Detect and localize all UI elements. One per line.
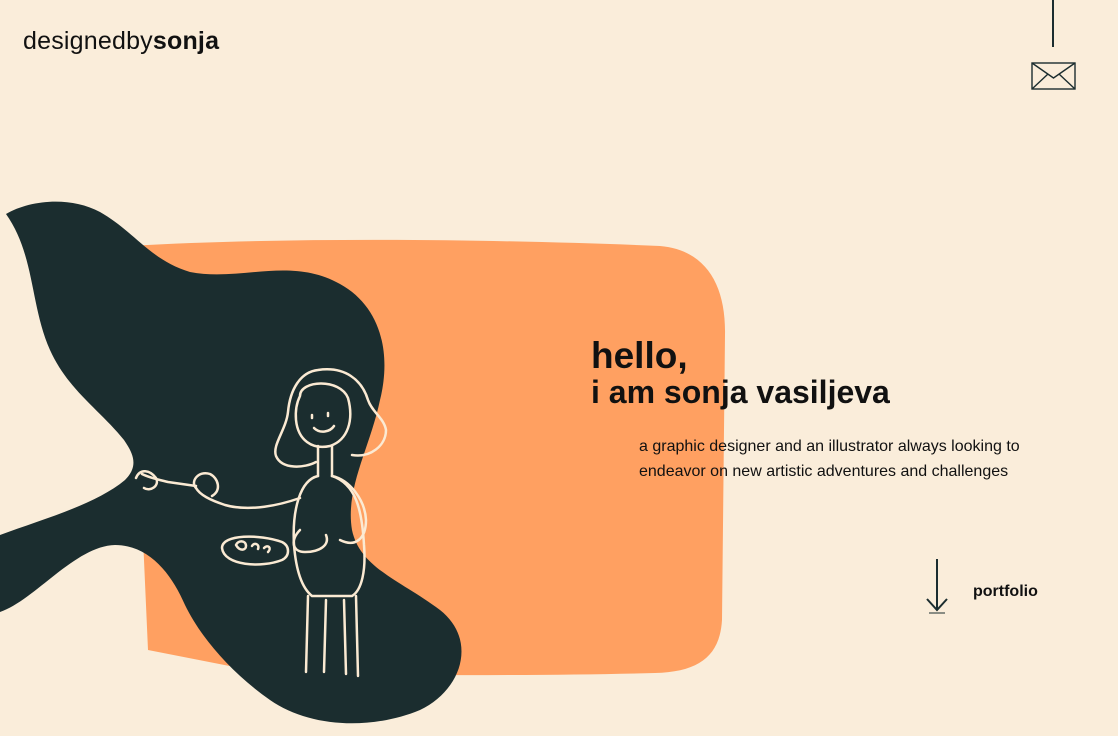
hero-illustration [0, 201, 726, 724]
envelope-icon[interactable] [1031, 60, 1077, 91]
contact-divider-line [1052, 0, 1054, 47]
portfolio-label: portfolio [973, 583, 1038, 600]
site-logo[interactable]: designedbysonja [23, 26, 219, 56]
hero-title: hello, i am sonja vasiljeva [591, 335, 890, 410]
hero-description: a graphic designer and an illustrator al… [639, 438, 1020, 480]
hero-title-line1: hello, [591, 335, 688, 376]
hero-title-line2: i am sonja vasiljeva [591, 374, 890, 410]
logo-light-text: designedby [23, 27, 153, 55]
logo-bold-text: sonja [152, 27, 220, 55]
portfolio-link[interactable]: portfolio [923, 557, 1063, 617]
arrow-down-icon [926, 559, 948, 614]
